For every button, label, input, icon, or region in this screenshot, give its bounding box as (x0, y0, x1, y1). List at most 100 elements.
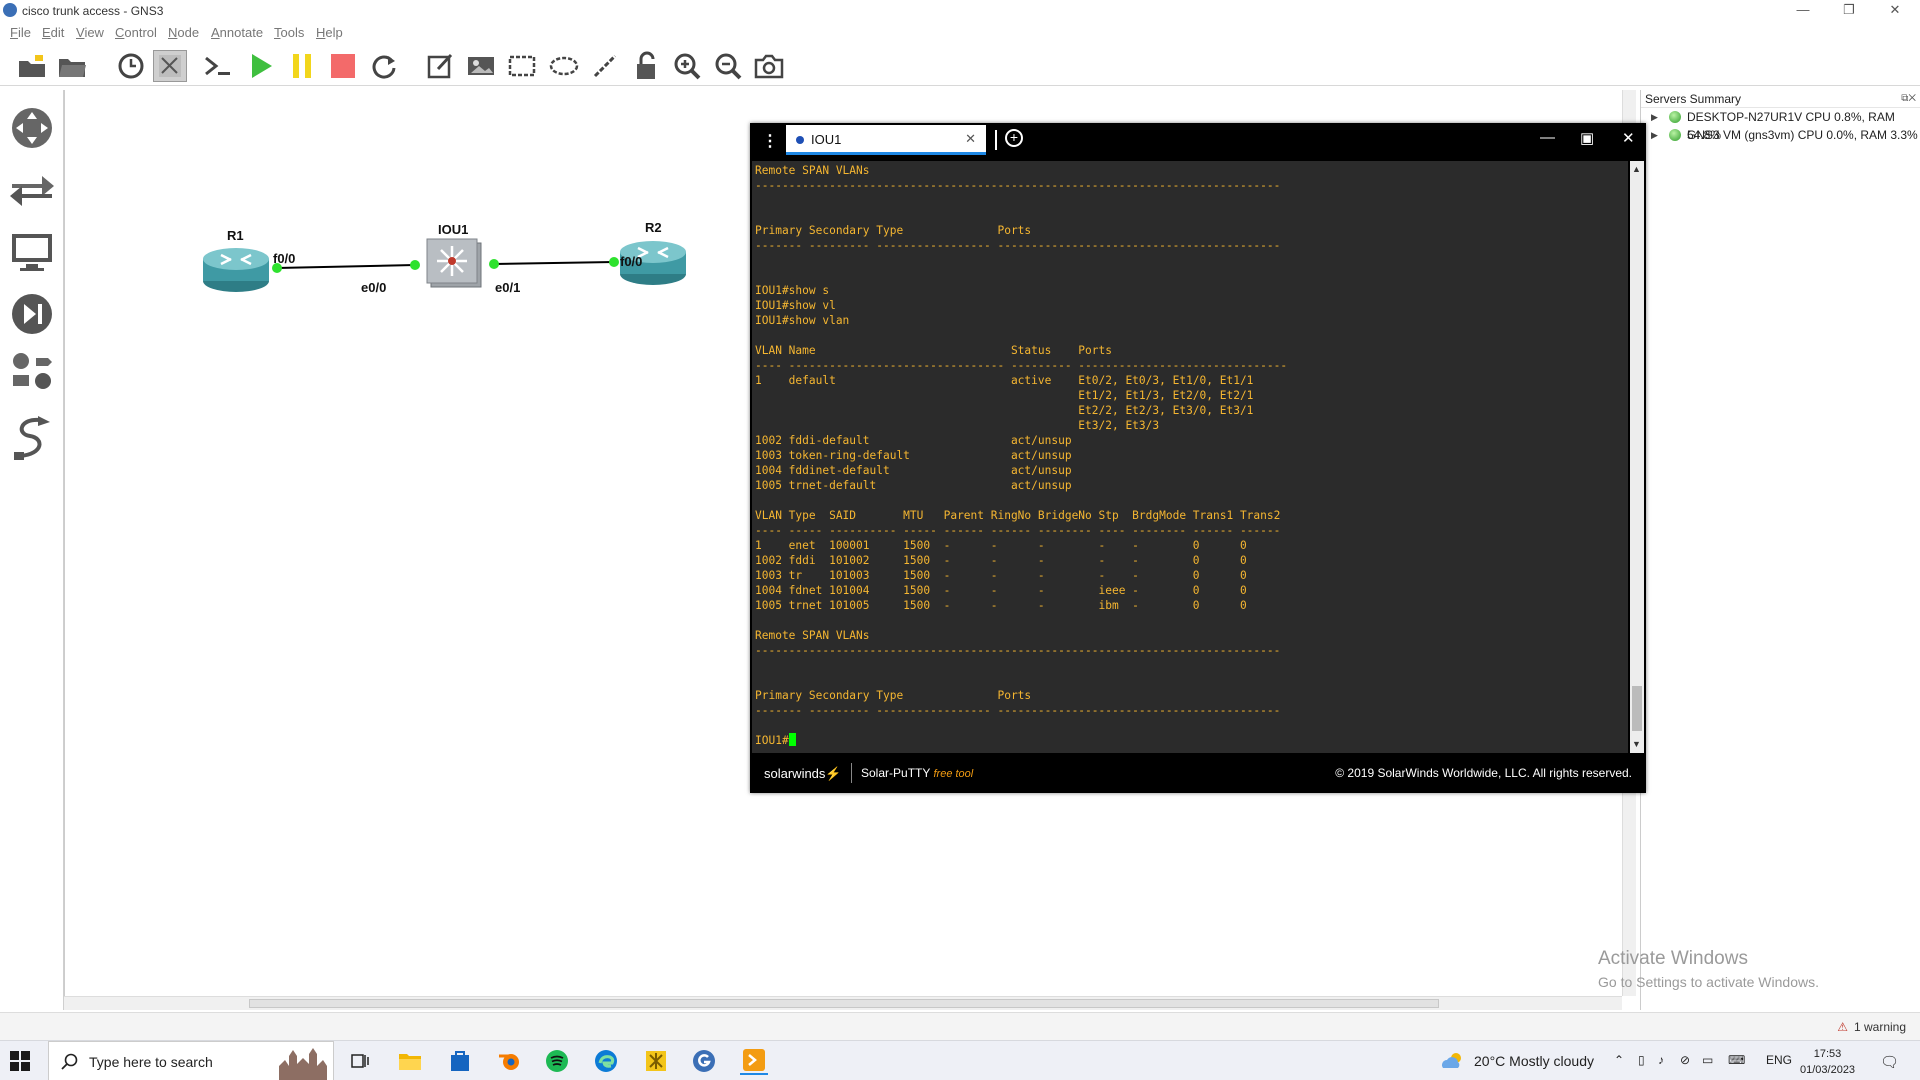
terminal-output-text: Remote SPAN VLANs ----------------------… (755, 164, 1288, 717)
port-label-iou1-e01: e0/1 (495, 280, 521, 295)
scroll-up-icon[interactable]: ▲ (1632, 164, 1641, 174)
stop-all-icon[interactable] (326, 50, 360, 82)
terminal-tab-bar: ⋮ IOU1 ✕ + — ▣ ✕ (750, 123, 1646, 157)
windows-taskbar: Type here to search 20°C Mostly cloudy ⌃… (0, 1040, 1920, 1080)
terminal-scrollbar[interactable]: ▲ ▼ (1630, 161, 1644, 753)
tab-label: IOU1 (811, 132, 842, 147)
snapshot-clock-icon[interactable] (114, 50, 148, 82)
blender-icon[interactable] (495, 1047, 523, 1075)
terminal-scroll-thumb[interactable] (1632, 686, 1642, 731)
terminal-footer: solarwinds⚡ Solar-PuTTY free tool © 2019… (750, 753, 1646, 793)
browse-all-devices-icon[interactable] (8, 348, 56, 396)
minimize-button[interactable]: — (1780, 0, 1826, 22)
draw-rectangle-icon[interactable] (505, 50, 539, 82)
server-name: GNS3 VM (gns3vm) CPU 0.0%, RAM 3.3% (1687, 128, 1918, 142)
tray-app-icon[interactable]: ▯ (1638, 1053, 1645, 1067)
screenshot-camera-icon[interactable] (752, 50, 786, 82)
warning-text: 1 warning (1853, 1020, 1906, 1034)
browse-switches-icon[interactable] (8, 166, 56, 214)
microsoft-store-icon[interactable] (446, 1047, 474, 1075)
windows-start-icon[interactable] (10, 1051, 30, 1076)
scrollbar-thumb[interactable] (249, 999, 1439, 1008)
kebab-menu-icon[interactable]: ⋮ (762, 131, 778, 151)
spotify-icon[interactable] (543, 1047, 571, 1075)
zoom-out-icon[interactable] (711, 50, 745, 82)
menu-edit[interactable]: Edit (42, 25, 64, 40)
insert-picture-icon[interactable] (464, 50, 498, 82)
solar-putty-taskbar-icon[interactable] (740, 1047, 768, 1075)
weather-cloud-icon (1440, 1051, 1464, 1076)
taskbar-clock[interactable]: 17:53 01/03/2023 (1800, 1046, 1855, 1078)
start-all-icon[interactable] (244, 50, 278, 82)
tray-network-icon[interactable]: ▭ (1702, 1053, 1713, 1067)
zoom-in-icon[interactable] (670, 50, 704, 82)
tray-expand-icon[interactable]: ⌃ (1614, 1053, 1624, 1067)
browse-security-devices-icon[interactable] (8, 290, 56, 338)
notifications-icon[interactable]: 🗨 (1880, 1053, 1899, 1071)
gns3-network-icon[interactable] (642, 1047, 670, 1075)
reload-all-icon[interactable] (367, 50, 401, 82)
terminal-prompt: IOU1# (755, 734, 789, 747)
tray-security-icon[interactable]: ⊘ (1680, 1053, 1690, 1067)
terminal-close-icon[interactable]: ✕ (1622, 129, 1635, 147)
browse-end-devices-icon[interactable] (8, 228, 56, 276)
activate-subtitle: Go to Settings to activate Windows. (1598, 974, 1819, 990)
menu-tools[interactable]: Tools (274, 25, 304, 40)
console-all-icon[interactable] (201, 50, 235, 82)
node-label-r2[interactable]: R2 (645, 220, 662, 235)
scroll-down-icon[interactable]: ▼ (1632, 739, 1641, 749)
link-iou1-r2[interactable] (493, 261, 615, 265)
port-label-r2-f00: f0/0 (620, 254, 643, 269)
tray-speaker-icon[interactable]: ♪ (1658, 1053, 1664, 1067)
draw-ellipse-icon[interactable] (547, 50, 581, 82)
close-button[interactable]: ✕ (1872, 0, 1918, 22)
edge-browser-icon[interactable] (592, 1047, 620, 1075)
switch-iou1-icon[interactable] (426, 238, 482, 288)
add-link-icon[interactable] (8, 414, 56, 462)
file-explorer-icon[interactable] (396, 1047, 424, 1075)
new-tab-icon[interactable]: + (1005, 129, 1023, 147)
solar-putty-window[interactable]: ⋮ IOU1 ✕ + — ▣ ✕ Remote SPAN VLANs -----… (750, 123, 1646, 793)
session-status-icon (796, 136, 804, 144)
suspend-all-icon[interactable] (285, 50, 319, 82)
menu-help[interactable]: Help (316, 25, 343, 40)
menu-annotate[interactable]: Annotate (211, 25, 263, 40)
weather-text[interactable]: 20°C Mostly cloudy (1474, 1053, 1594, 1069)
menu-node[interactable]: Node (168, 25, 199, 40)
tab-iou1[interactable]: IOU1 ✕ (786, 125, 986, 155)
browse-routers-icon[interactable] (8, 104, 56, 152)
task-view-icon[interactable] (346, 1047, 374, 1075)
search-icon (61, 1053, 78, 1070)
warning-indicator[interactable]: ⚠ 1 warning (1837, 1020, 1906, 1034)
draw-line-icon[interactable] (588, 50, 622, 82)
terminal-maximize-icon[interactable]: ▣ (1580, 129, 1594, 147)
menu-control[interactable]: Control (115, 25, 157, 40)
link-r1-iou1[interactable] (276, 264, 416, 269)
node-label-r1[interactable]: R1 (227, 228, 244, 243)
expand-arrow-icon[interactable]: ▶ (1651, 126, 1658, 144)
taskbar-search-box[interactable]: Type here to search (48, 1041, 334, 1080)
server-row[interactable]: ▶ GNS3 VM (gns3vm) CPU 0.0%, RAM 3.3% (1641, 126, 1920, 144)
menu-view[interactable]: View (76, 25, 104, 40)
link-status-dot (609, 257, 619, 267)
server-row[interactable]: ▶ DESKTOP-N27UR1V CPU 0.8%, RAM 54.8% (1641, 108, 1920, 142)
gns3-taskbar-icon[interactable] (690, 1047, 718, 1075)
canvas-horizontal-scrollbar[interactable] (64, 996, 1622, 1010)
lock-items-icon[interactable] (629, 50, 663, 82)
language-indicator[interactable]: ENG (1766, 1053, 1792, 1067)
node-label-iou1[interactable]: IOU1 (438, 222, 468, 237)
expand-arrow-icon[interactable]: ▶ (1651, 108, 1658, 126)
open-project-icon[interactable] (55, 50, 89, 82)
terminal-minimize-icon[interactable]: — (1540, 129, 1555, 146)
new-project-icon[interactable] (15, 50, 49, 82)
menu-file[interactable]: File (10, 25, 31, 40)
search-highlight-image (279, 1048, 327, 1080)
add-note-icon[interactable] (423, 50, 457, 82)
show-interface-labels-icon[interactable] (153, 50, 187, 82)
router-r1-icon[interactable] (203, 248, 269, 292)
tray-keyboard-icon[interactable]: ⌨ (1728, 1053, 1745, 1067)
close-tab-icon[interactable]: ✕ (965, 131, 976, 147)
maximize-button[interactable]: ❐ (1826, 0, 1872, 22)
panel-float-close-icon[interactable]: ⧉✕ (1901, 93, 1916, 104)
terminal-screen[interactable]: Remote SPAN VLANs ----------------------… (752, 161, 1628, 753)
